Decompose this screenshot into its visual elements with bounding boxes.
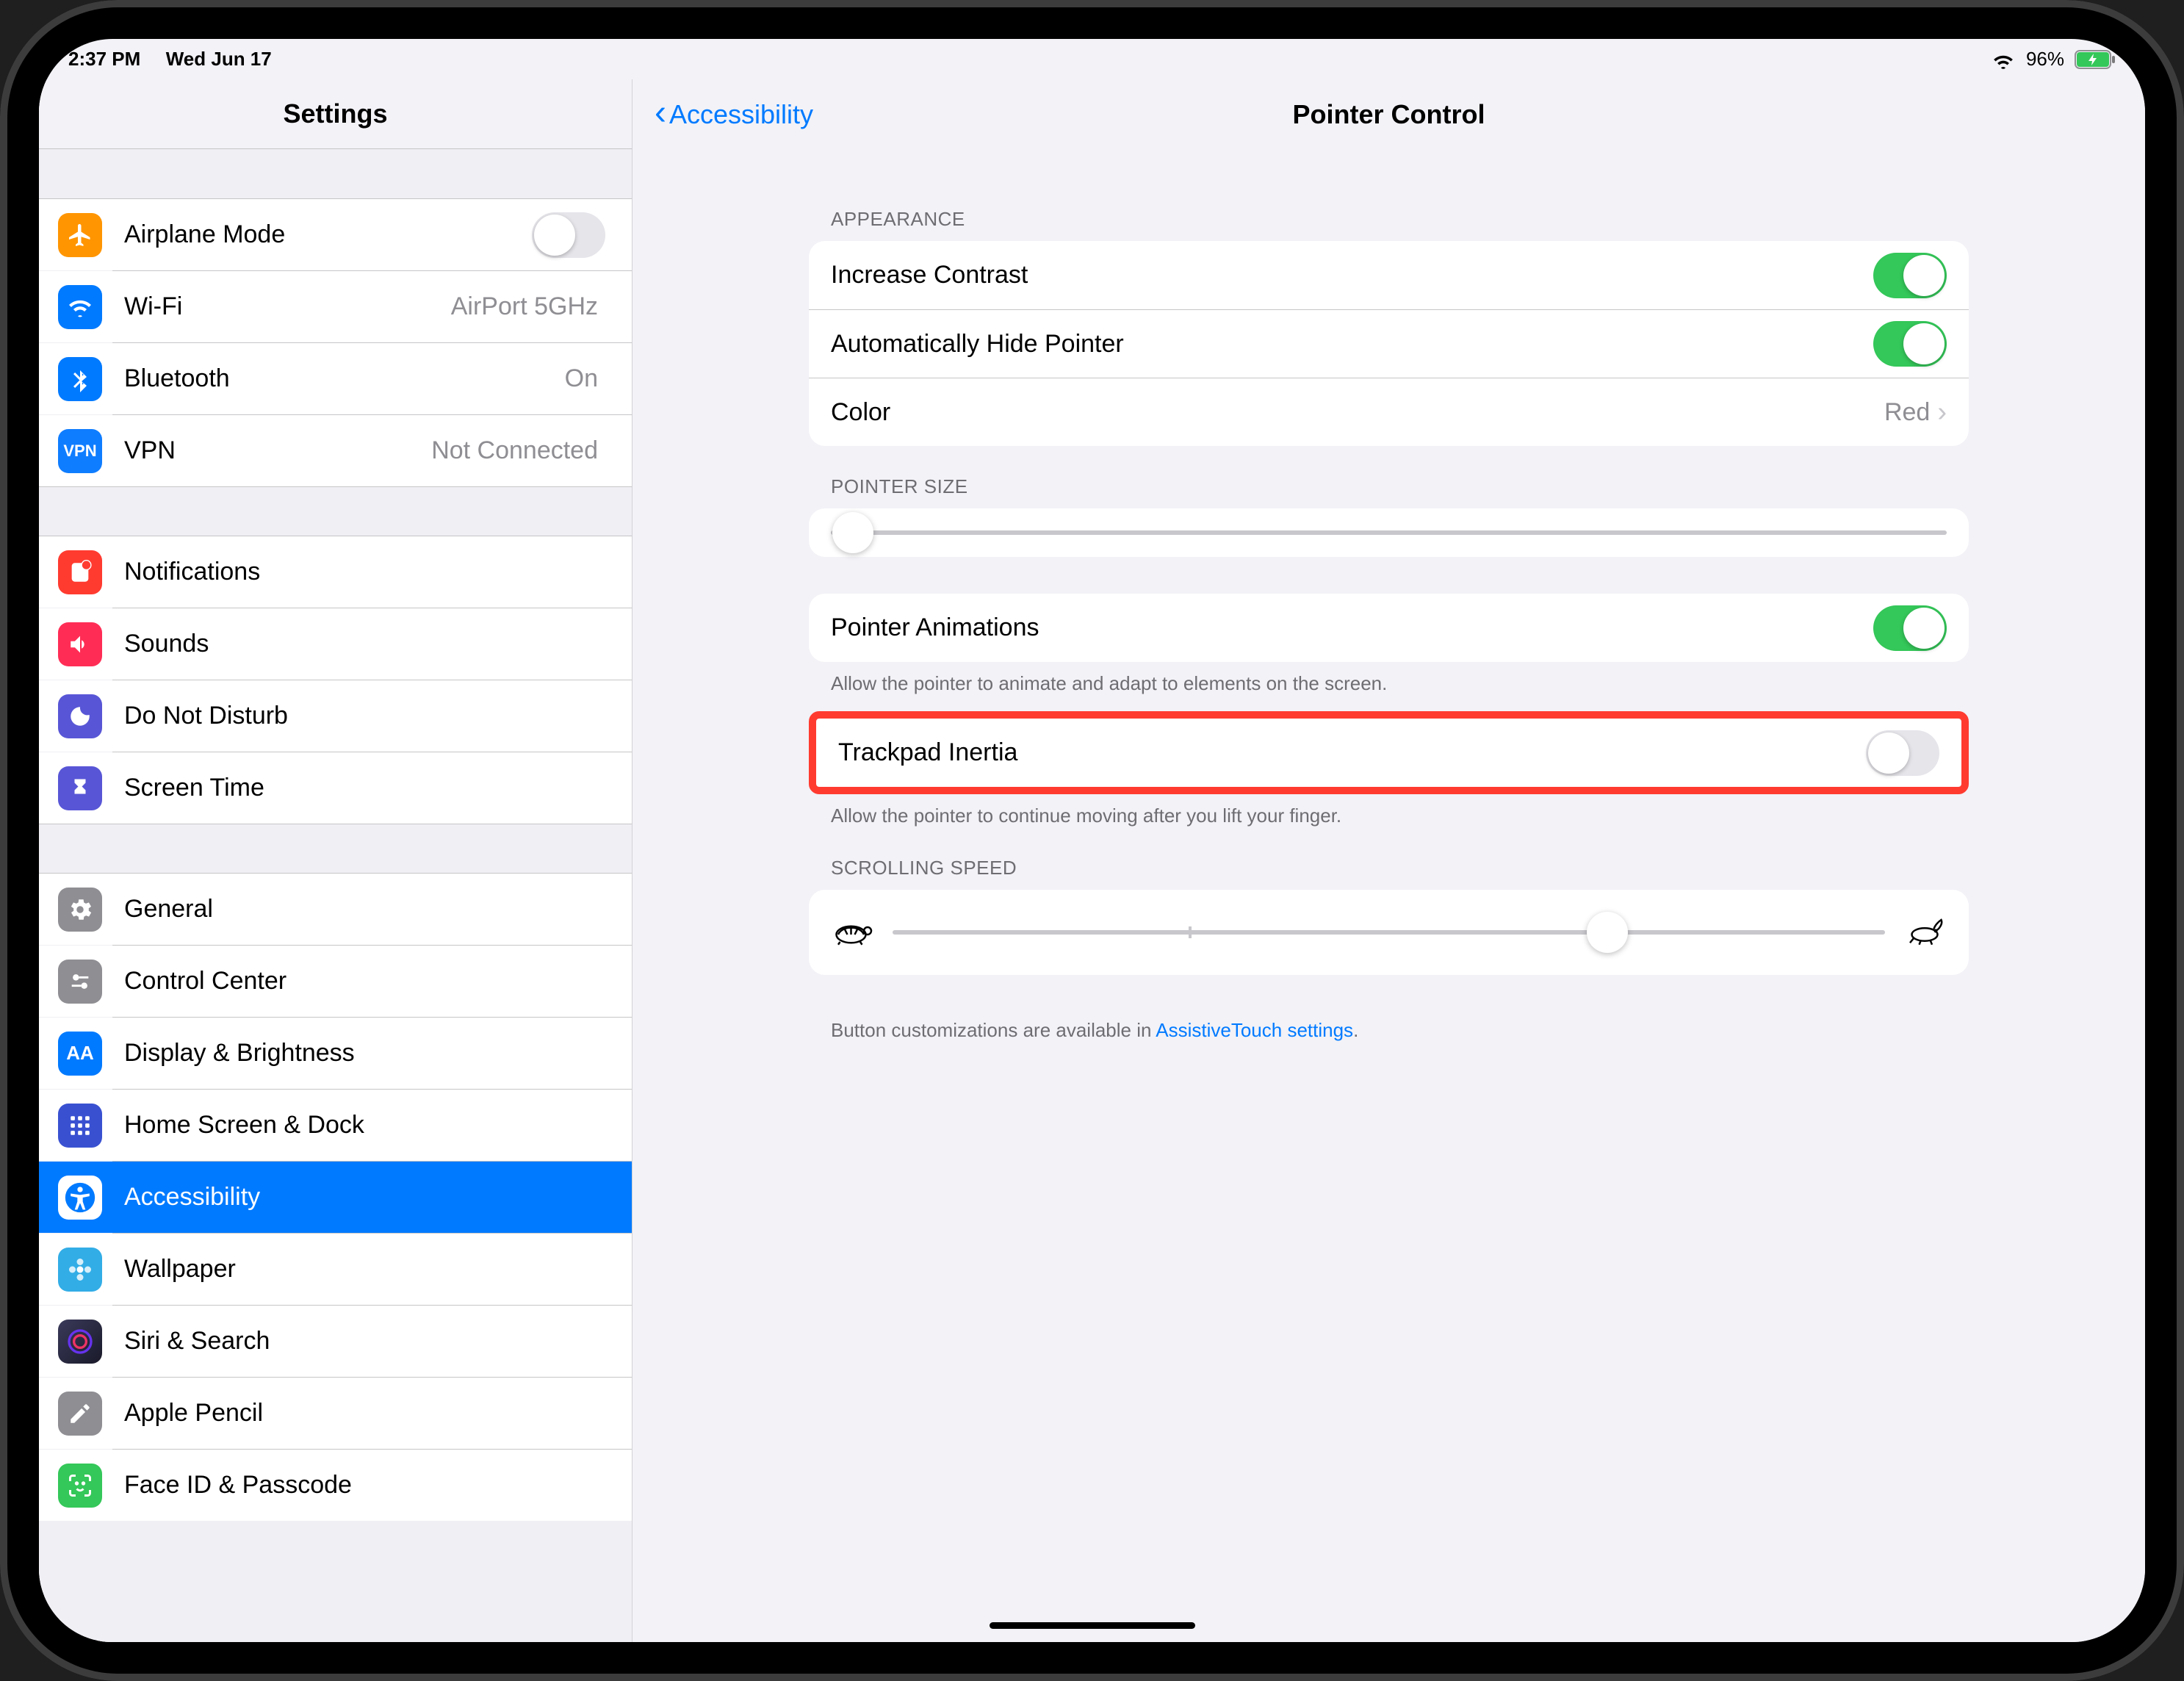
cell-label: Wallpaper xyxy=(124,1255,613,1284)
battery-charging-icon xyxy=(2075,50,2116,69)
scrolling-speed-slider[interactable] xyxy=(893,930,1885,935)
wifi-icon xyxy=(1991,50,2016,69)
row-value: Red xyxy=(1884,398,1930,427)
section-header-pointer-size: POINTER SIZE xyxy=(809,446,1969,508)
page-title: Pointer Control xyxy=(633,99,2145,130)
gear-icon xyxy=(58,888,102,932)
hare-icon xyxy=(1903,916,1947,949)
sidebar-item-screentime[interactable]: Screen Time xyxy=(39,752,632,824)
pointer-size-slider[interactable] xyxy=(831,530,1947,535)
sidebar-item-notifications[interactable]: Notifications xyxy=(39,536,632,608)
pencil-icon xyxy=(58,1392,102,1436)
sidebar-item-sounds[interactable]: Sounds xyxy=(39,608,632,680)
sidebar-item-pencil[interactable]: Apple Pencil xyxy=(39,1378,632,1449)
sidebar-item-airplane[interactable]: Airplane Mode xyxy=(39,199,632,270)
row-color[interactable]: Color Red › xyxy=(809,378,1969,446)
row-pointer-animations[interactable]: Pointer Animations xyxy=(809,594,1969,662)
row-label: Color xyxy=(831,398,1884,427)
footer-note: Button customizations are available in A… xyxy=(809,975,1969,1042)
cell-label: Control Center xyxy=(124,967,613,996)
sliders-icon xyxy=(58,960,102,1004)
row-increase-contrast[interactable]: Increase Contrast xyxy=(809,241,1969,309)
cell-label: Sounds xyxy=(124,630,613,658)
cell-label: Home Screen & Dock xyxy=(124,1111,613,1140)
cell-label: Bluetooth xyxy=(124,364,565,393)
sidebar-item-accessibility[interactable]: Accessibility xyxy=(39,1162,632,1233)
sidebar-title: Settings xyxy=(39,79,632,149)
battery-percent: 96% xyxy=(2026,48,2064,71)
auto-hide-pointer-toggle[interactable] xyxy=(1873,321,1947,367)
sidebar-item-bluetooth[interactable]: Bluetooth On xyxy=(39,343,632,414)
sounds-icon xyxy=(58,622,102,666)
sidebar-item-vpn[interactable]: VPN VPN Not Connected xyxy=(39,415,632,486)
chevron-right-icon: › xyxy=(1937,397,1947,428)
sidebar-item-general[interactable]: General xyxy=(39,874,632,945)
bluetooth-icon xyxy=(58,357,102,401)
flower-icon xyxy=(58,1248,102,1292)
cell-label: General xyxy=(124,895,613,924)
scrolling-speed-card xyxy=(809,890,1969,975)
sidebar-item-wifi[interactable]: Wi-Fi AirPort 5GHz xyxy=(39,271,632,342)
assistivetouch-link[interactable]: AssistiveTouch settings xyxy=(1156,1019,1353,1041)
cell-label: Accessibility xyxy=(124,1183,613,1212)
airplane-toggle[interactable] xyxy=(532,212,605,258)
cell-detail: AirPort 5GHz xyxy=(451,292,613,321)
sidebar-item-display[interactable]: AA Display & Brightness xyxy=(39,1018,632,1089)
airplane-icon xyxy=(58,213,102,257)
sidebar-item-controlcenter[interactable]: Control Center xyxy=(39,946,632,1017)
status-time: 2:37 PM xyxy=(68,48,140,71)
increase-contrast-toggle[interactable] xyxy=(1873,253,1947,298)
sidebar-item-homescreen[interactable]: Home Screen & Dock xyxy=(39,1090,632,1161)
accessibility-icon xyxy=(58,1176,102,1220)
status-date: Wed Jun 17 xyxy=(166,48,272,71)
pointer-size-slider-card xyxy=(809,508,1969,557)
app-grid-icon xyxy=(58,1104,102,1148)
footer-trackpad-inertia: Allow the pointer to continue moving aft… xyxy=(809,794,1969,827)
cell-label: Screen Time xyxy=(124,774,613,802)
moon-icon xyxy=(58,694,102,738)
text-size-icon: AA xyxy=(58,1032,102,1076)
status-bar: 2:37 PM Wed Jun 17 96% xyxy=(39,39,2145,79)
row-label: Trackpad Inertia xyxy=(838,738,1866,767)
cell-detail: On xyxy=(565,364,613,393)
row-label: Pointer Animations xyxy=(831,613,1873,642)
cell-label: Airplane Mode xyxy=(124,220,532,249)
siri-icon xyxy=(58,1320,102,1364)
section-header-appearance: APPEARANCE xyxy=(809,179,1969,241)
row-label: Automatically Hide Pointer xyxy=(831,330,1873,359)
row-auto-hide-pointer[interactable]: Automatically Hide Pointer xyxy=(809,309,1969,378)
sidebar-item-siri[interactable]: Siri & Search xyxy=(39,1306,632,1377)
highlight-annotation: Trackpad Inertia xyxy=(809,711,1969,794)
sidebar-item-wallpaper[interactable]: Wallpaper xyxy=(39,1234,632,1305)
cell-detail: Not Connected xyxy=(431,436,613,465)
settings-sidebar: Settings Airplane Mode Wi-Fi AirPort 5GH… xyxy=(39,79,633,1642)
cell-label: Apple Pencil xyxy=(124,1399,613,1428)
notifications-icon xyxy=(58,550,102,594)
sidebar-item-faceid[interactable]: Face ID & Passcode xyxy=(39,1450,632,1521)
cell-label: Do Not Disturb xyxy=(124,702,613,730)
footer-pointer-animations: Allow the pointer to animate and adapt t… xyxy=(809,662,1969,695)
cell-label: Siri & Search xyxy=(124,1327,613,1356)
sidebar-item-dnd[interactable]: Do Not Disturb xyxy=(39,680,632,752)
row-label: Increase Contrast xyxy=(831,261,1873,289)
cell-label: VPN xyxy=(124,436,431,465)
home-indicator[interactable] xyxy=(990,1622,1195,1629)
row-trackpad-inertia[interactable]: Trackpad Inertia xyxy=(816,719,1961,787)
tortoise-icon xyxy=(831,916,875,949)
detail-pane: ‹ Accessibility Pointer Control APPEARAN… xyxy=(633,79,2145,1642)
faceid-icon xyxy=(58,1464,102,1508)
cell-label: Face ID & Passcode xyxy=(124,1471,613,1500)
section-header-scrolling-speed: SCROLLING SPEED xyxy=(809,827,1969,890)
pointer-animations-toggle[interactable] xyxy=(1873,605,1947,651)
wifi-settings-icon xyxy=(58,285,102,329)
vpn-icon: VPN xyxy=(58,429,102,473)
cell-label: Wi-Fi xyxy=(124,292,451,321)
trackpad-inertia-toggle[interactable] xyxy=(1866,730,1939,776)
cell-label: Display & Brightness xyxy=(124,1039,613,1068)
hourglass-icon xyxy=(58,766,102,810)
cell-label: Notifications xyxy=(124,558,613,586)
